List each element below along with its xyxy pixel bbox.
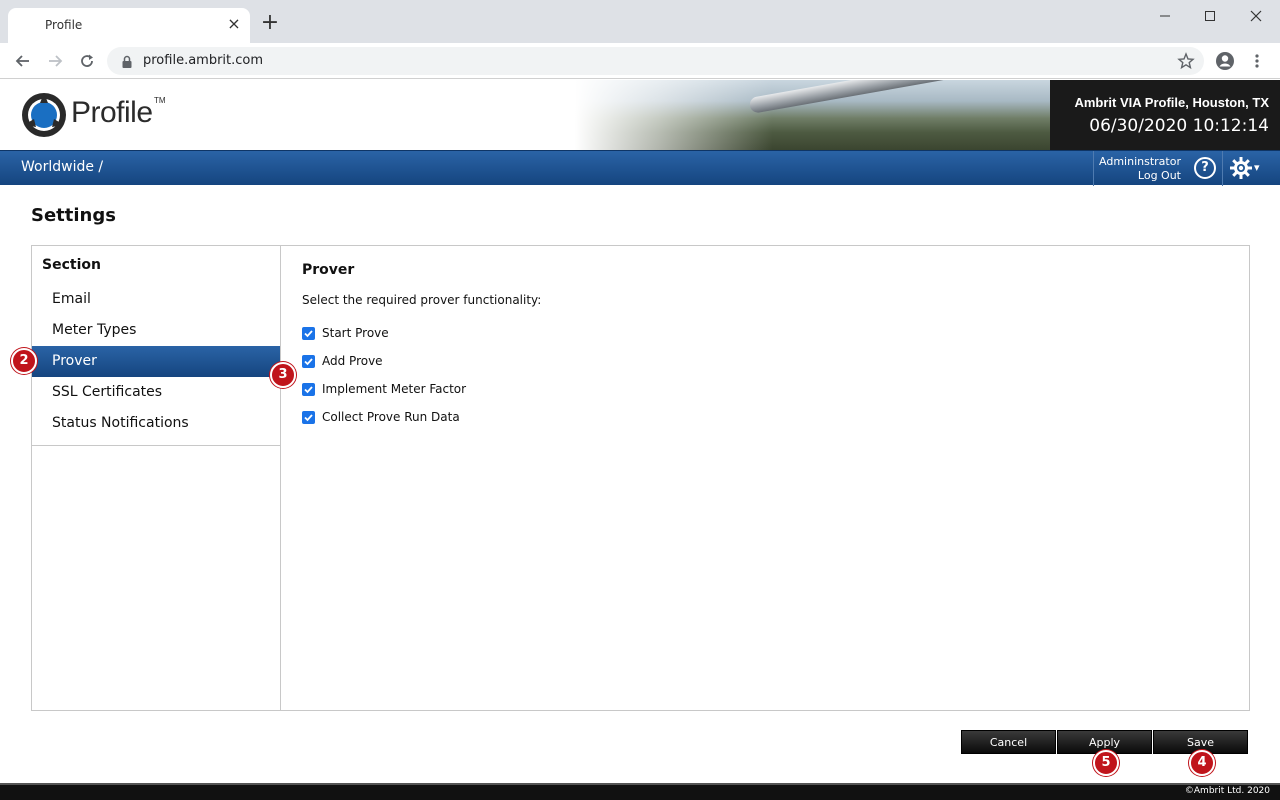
content-title: Prover [302,262,355,278]
back-arrow-icon[interactable] [12,50,34,72]
help-icon[interactable]: ? [1194,157,1216,179]
checkmark-icon [304,329,313,337]
url-text: profile.ambrit.com [143,53,264,68]
option-implement-meter-factor: Implement Meter Factor [302,380,466,398]
section-sidebar: Section Email Meter Types Prover SSL Cer… [32,246,281,710]
bookmark-star-icon[interactable] [1177,52,1195,74]
sidebar-item-status-notifications[interactable]: Status Notifications [32,408,280,439]
browser-titlebar: Profile × + [0,0,1280,43]
option-label: Implement Meter Factor [322,382,467,396]
add-prove-checkbox[interactable] [302,354,315,368]
reload-icon[interactable] [76,50,98,72]
sidebar-item-prover[interactable]: Prover [32,346,280,377]
app-header: Profile TM [0,80,1280,150]
forward-arrow-icon[interactable] [44,50,66,72]
callout-marker-4: 4 [1189,750,1215,776]
option-start-prove: Start Prove [302,324,389,342]
callout-marker-3: 3 [270,362,296,388]
sidebar-item-ssl-certificates[interactable]: SSL Certificates [32,377,280,408]
checkmark-icon [304,357,313,365]
implement-meter-factor-checkbox[interactable] [302,382,315,396]
collect-prove-run-data-checkbox[interactable] [302,410,315,424]
footer: ©Ambrit Ltd. 2020 [0,783,1280,800]
site-clock: 06/30/2020 10:12:14 [1089,116,1269,136]
logo-trademark: TM [154,96,166,105]
site-name: Ambrit VIA Profile, Houston, TX [1074,95,1269,110]
browser-tab[interactable]: Profile × [8,8,250,43]
user-block: Admininstrator Log Out [1093,151,1187,186]
gear-icon[interactable] [1229,156,1253,184]
logout-link[interactable]: Log Out [1138,169,1181,182]
copyright: ©Ambrit Ltd. 2020 [1184,786,1270,796]
address-bar[interactable]: profile.ambrit.com [107,47,1204,75]
page-title: Settings [31,205,116,226]
callout-marker-2: 2 [11,348,37,374]
account-icon[interactable] [1214,50,1236,72]
section-list: Email Meter Types Prover SSL Certificate… [32,284,280,446]
option-label: Collect Prove Run Data [322,410,460,424]
window-close-icon[interactable] [1243,6,1269,26]
minimize-icon[interactable] [1152,6,1178,26]
user-name: Admininstrator [1099,155,1181,168]
tab-close-icon[interactable]: × [225,15,243,33]
header-info-panel [1050,80,1280,150]
checkmark-icon [304,385,313,393]
callout-marker-5: 5 [1093,750,1119,776]
sidebar-item-meter-types[interactable]: Meter Types [32,315,280,346]
new-tab-button[interactable]: + [260,12,280,34]
lock-icon [121,54,133,73]
browser-menu-icon[interactable] [1246,50,1268,72]
section-heading: Section [42,257,101,273]
breadcrumb[interactable]: Worldwide / [21,159,103,175]
start-prove-checkbox[interactable] [302,326,315,340]
option-add-prove: Add Prove [302,352,383,370]
sidebar-item-email[interactable]: Email [32,284,280,315]
option-label: Add Prove [322,354,383,368]
cancel-button[interactable]: Cancel [961,730,1056,754]
option-collect-prove-run-data: Collect Prove Run Data [302,408,460,426]
browser-toolbar: profile.ambrit.com [0,43,1280,79]
nav-divider [1222,151,1223,186]
tab-title: Profile [45,18,83,32]
checkmark-icon [304,413,313,421]
option-label: Start Prove [322,326,389,340]
navigation-bar: Worldwide / Admininstrator Log Out ? ▾ [0,150,1280,186]
content-description: Select the required prover functionality… [302,293,542,307]
logo-text: Profile [71,96,153,129]
maximize-icon[interactable] [1197,6,1223,26]
chevron-down-icon[interactable]: ▾ [1254,161,1260,174]
profile-logo-icon [20,91,68,143]
settings-panel: Section Email Meter Types Prover SSL Cer… [31,245,1250,711]
